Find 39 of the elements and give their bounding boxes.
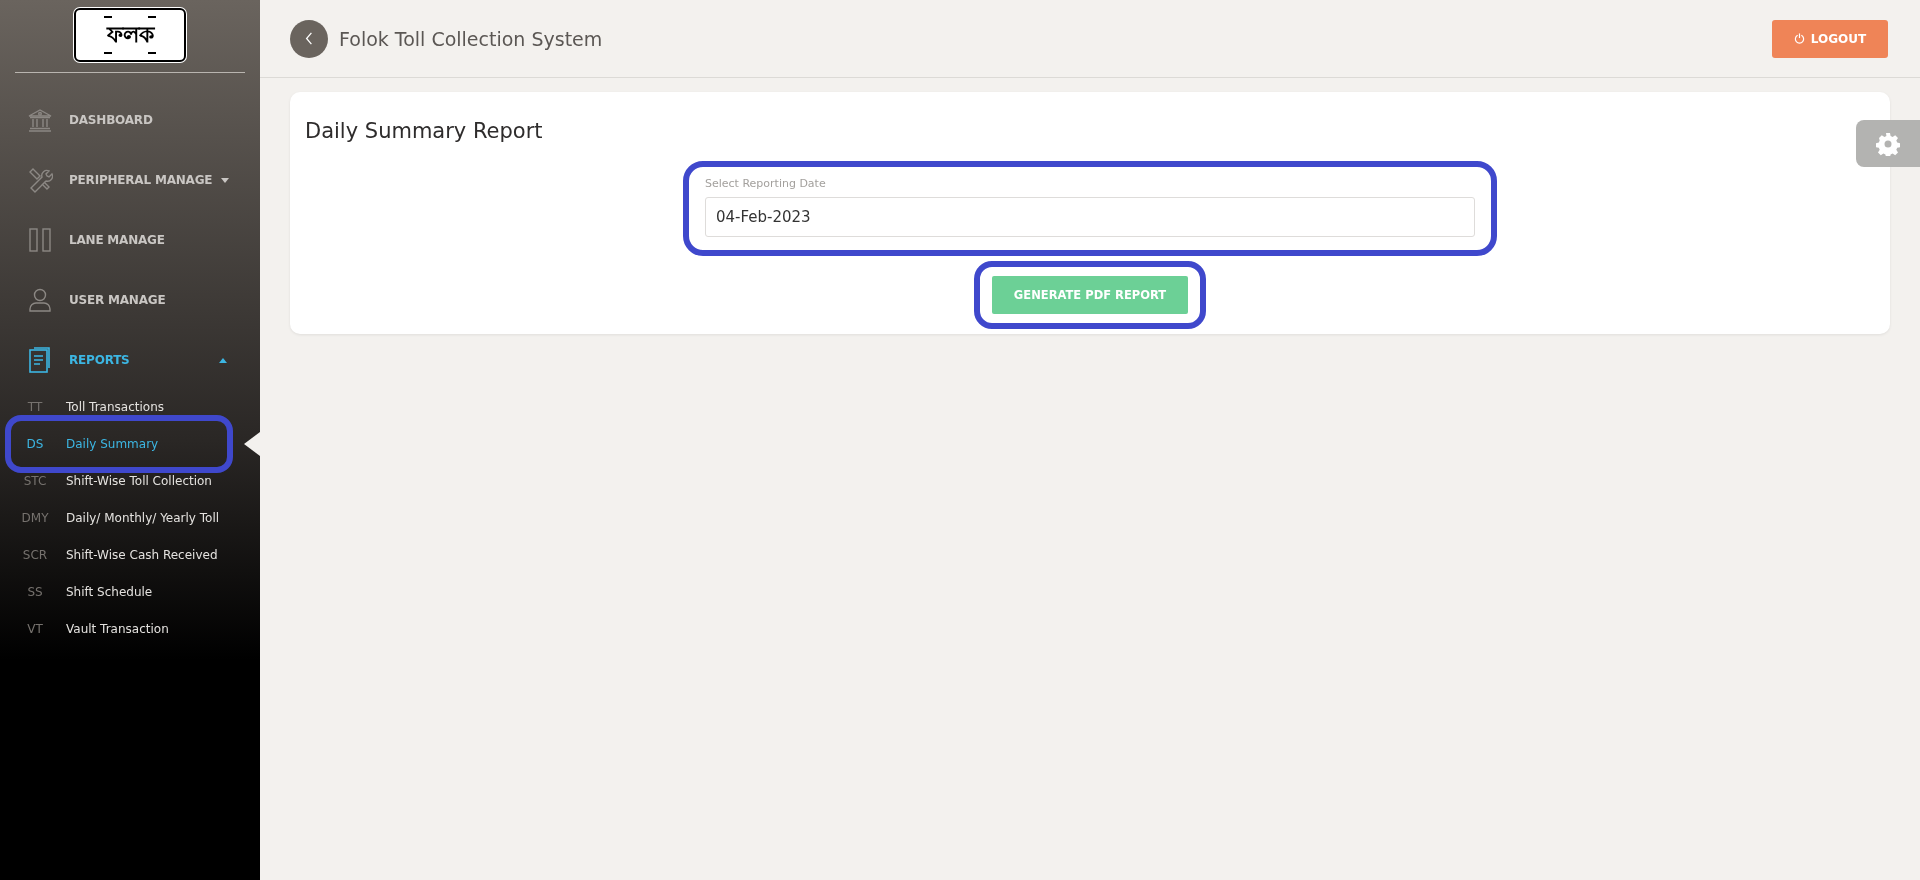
back-button[interactable] [290, 19, 328, 58]
menu-item[interactable]: DASHBOARD [0, 90, 260, 150]
menu-item[interactable]: REPORTS [0, 330, 260, 390]
chevron-left-icon [305, 32, 313, 45]
submenu-abbreviation: SCR [21, 547, 49, 562]
submenu-label: Vault Transaction [66, 621, 169, 636]
submenu-label: Shift Schedule [66, 584, 153, 599]
menu-item[interactable]: LANE MANAGE [0, 210, 260, 270]
bank-icon [27, 107, 53, 133]
submenu-abbreviation: TT [26, 399, 44, 414]
active-pointer-icon [244, 432, 260, 456]
submenu-abbreviation: VT [26, 621, 44, 636]
submenu-label: Shift-Wise Cash Received [66, 547, 218, 562]
power-icon [1793, 33, 1805, 44]
card-title: Daily Summary Report [305, 119, 543, 143]
submenu-abbreviation: SS [26, 584, 44, 599]
user-icon [27, 287, 53, 313]
submenu-item[interactable]: VT Vault Transaction [5, 610, 233, 647]
submenu-abbreviation: DMY [20, 510, 50, 525]
settings-icon [1876, 131, 1900, 156]
submenu-item[interactable]: DMY Daily/ Monthly/ Yearly Toll [5, 499, 233, 536]
submenu-label: Toll Transactions [66, 399, 164, 414]
submenu-item[interactable]: SS Shift Schedule [5, 573, 233, 610]
logo-text: ফলক [106, 24, 154, 46]
submenu-label: Daily Summary [66, 437, 159, 451]
logo-plate[interactable]: ফলক [74, 8, 186, 62]
app-title: Folok Toll Collection System [339, 27, 603, 50]
lanes-icon [27, 227, 53, 253]
submenu-label: Shift-Wise Toll Collection [66, 473, 212, 488]
menu-item[interactable]: USER MANAGE [0, 270, 260, 330]
menu-item[interactable]: PERIPHERAL MANAGE [0, 150, 260, 210]
field-label: Select Reporting Date [705, 177, 827, 190]
submenu-abbreviation: DS [25, 437, 45, 451]
submenu-abbreviation: STC [22, 473, 48, 488]
submenu-item[interactable]: SCR Shift-Wise Cash Received [5, 536, 233, 573]
date-input-field[interactable]: 04-Feb-2023 [705, 197, 1475, 237]
document-icon [27, 347, 53, 373]
submenu-label: Daily/ Monthly/ Yearly Toll [66, 510, 220, 525]
tools-icon [27, 167, 53, 193]
